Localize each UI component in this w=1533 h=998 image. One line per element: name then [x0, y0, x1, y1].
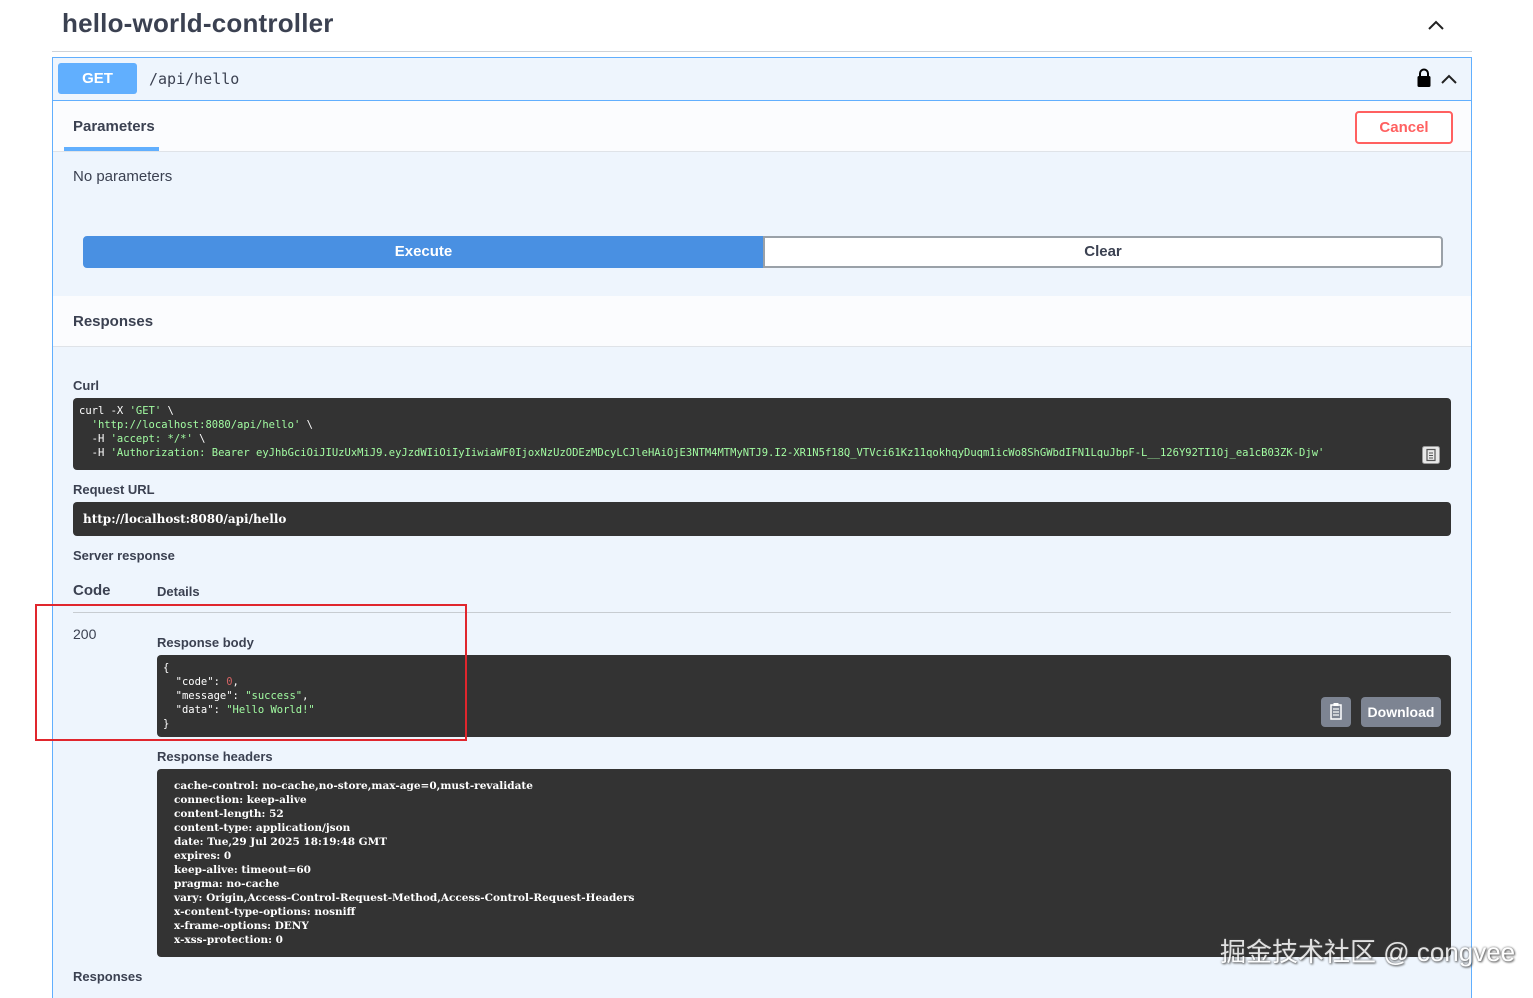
tab-active-indicator [64, 147, 159, 151]
curl-line: curl -X 'GET' \ [79, 404, 174, 418]
header-line: expires: 0 [174, 850, 232, 862]
copy-icon [1330, 703, 1342, 720]
copy-button[interactable] [1321, 697, 1351, 727]
clear-button[interactable]: Clear [763, 236, 1443, 268]
response-headers-block[interactable]: cache-control: no-cache,no-store,max-age… [157, 769, 1451, 957]
header-divider [52, 51, 1472, 52]
curl-line-tail: \ [192, 433, 206, 445]
header-line: vary: Origin,Access-Control-Request-Meth… [174, 892, 635, 904]
curl-label: Curl [73, 378, 99, 393]
curl-line-tail: \ [300, 419, 313, 431]
header-line: content-length: 52 [174, 808, 284, 820]
code-column-header: Code [73, 582, 111, 599]
header-line: connection: keep-alive [174, 794, 307, 806]
method-badge: GET [58, 63, 137, 94]
header-line: x-content-type-options: nosniff [174, 906, 356, 918]
responses-header [53, 296, 1471, 347]
header-line: keep-alive: timeout=60 [174, 864, 311, 876]
cancel-button[interactable]: Cancel [1355, 111, 1453, 144]
curl-line-string: 'Authorization: Bearer eyJhbGciOiJIUzUxM… [110, 447, 1325, 459]
request-url-text: http://localhost:8080/api/hello [83, 512, 287, 526]
curl-line-text: -H [79, 447, 111, 459]
copy-icon[interactable] [1422, 446, 1440, 464]
response-headers-label: Response headers [157, 749, 273, 764]
operation-path: /api/hello [149, 70, 240, 88]
curl-line-tail: \ [161, 405, 174, 417]
header-line: x-frame-options: DENY [174, 920, 309, 932]
header-line: cache-control: no-cache,no-store,max-age… [174, 780, 533, 792]
curl-line: 'http://localhost:8080/api/hello' \ [79, 418, 313, 432]
chevron-up-icon[interactable] [1425, 14, 1447, 36]
curl-line-string: 'GET' [129, 405, 162, 417]
watermark: 掘金技术社区 @ congvee [1220, 937, 1516, 967]
controller-title[interactable]: hello-world-controller [62, 8, 334, 39]
header-line: pragma: no-cache [174, 878, 280, 890]
curl-line: -H 'Authorization: Bearer eyJhbGciOiJIUz… [79, 446, 1325, 460]
execute-button[interactable]: Execute [83, 236, 764, 268]
download-button[interactable]: Download [1361, 697, 1441, 727]
parameters-header [53, 101, 1471, 152]
request-url-label: Request URL [73, 482, 155, 497]
highlight-annotation [35, 604, 467, 741]
responses-footer-label: Responses [73, 969, 143, 984]
tab-parameters-label: Parameters [73, 118, 155, 135]
curl-line-text: -H [79, 433, 111, 445]
curl-line-text [79, 419, 92, 431]
curl-line-string: 'accept: */*' [110, 433, 193, 445]
header-line: x-xss-protection: 0 [174, 934, 283, 946]
chevron-up-icon[interactable] [1438, 68, 1460, 90]
curl-line-text: curl -X [79, 405, 130, 417]
curl-line: -H 'accept: */*' \ [79, 432, 206, 446]
operation-summary[interactable] [53, 58, 1471, 101]
lock-icon[interactable] [1416, 68, 1432, 88]
curl-line-string: 'http://localhost:8080/api/hello' [91, 419, 301, 431]
server-response-label: Server response [73, 548, 175, 563]
no-parameters-text: No parameters [73, 168, 173, 185]
header-line: content-type: application/json [174, 822, 351, 834]
responses-title: Responses [73, 313, 154, 330]
curl-command-block[interactable]: curl -X 'GET' \ 'http://localhost:8080/a… [73, 398, 1451, 470]
details-column-header: Details [157, 584, 200, 599]
header-line: date: Tue,29 Jul 2025 18:19:48 GMT [174, 836, 388, 848]
